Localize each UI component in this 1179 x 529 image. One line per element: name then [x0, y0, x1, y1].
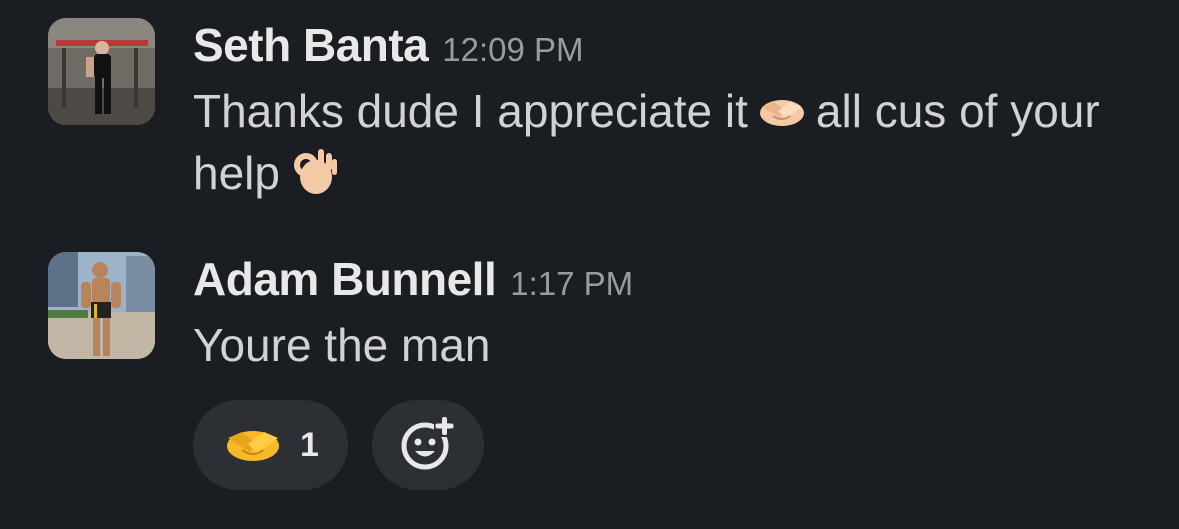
reactions-bar: 1 [193, 400, 484, 490]
avatar[interactable] [48, 18, 155, 125]
author-name[interactable]: Adam Bunnell [193, 252, 497, 306]
handshake-icon [222, 420, 284, 470]
message-text: Thanks dude I appreciate it all cus of yo… [193, 80, 1113, 204]
avatar-photo-outdoor [48, 252, 155, 359]
author-name[interactable]: Seth Banta [193, 18, 429, 72]
timestamp[interactable]: 1:17 PM [510, 265, 633, 303]
handshake-icon [756, 88, 808, 134]
reaction-handshake-button[interactable]: 1 [193, 400, 348, 490]
add-reaction-icon [398, 413, 458, 478]
add-reaction-button[interactable] [372, 400, 484, 490]
avatar-photo-gym [48, 18, 155, 125]
message-text: Youre the man [193, 319, 491, 371]
message-text-part: Thanks dude I appreciate it [193, 85, 748, 137]
timestamp[interactable]: 12:09 PM [442, 31, 583, 69]
reaction-count: 1 [300, 425, 319, 464]
ok-hand-icon [288, 145, 340, 194]
avatar[interactable] [48, 252, 155, 359]
